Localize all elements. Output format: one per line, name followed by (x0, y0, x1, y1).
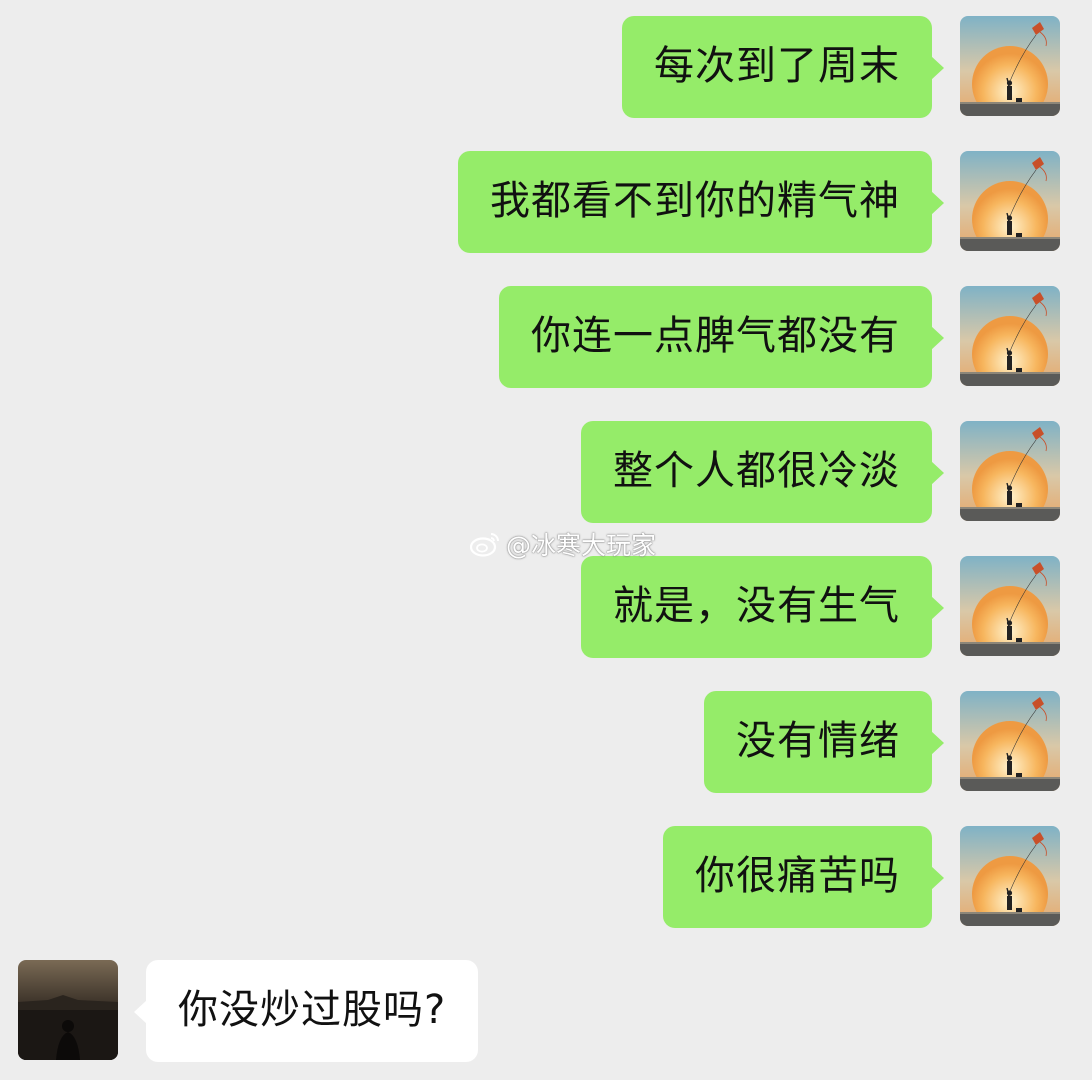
watermark-text: @冰寒大玩家 (506, 531, 657, 560)
message-bubble[interactable]: 没有情绪 (704, 691, 944, 793)
outgoing-message[interactable]: 你连一点脾气都没有 (499, 286, 1060, 388)
outgoing-message[interactable]: 每次到了周末 (622, 16, 1060, 118)
message-bubble[interactable]: 整个人都很冷淡 (581, 421, 944, 523)
kite-sunset-avatar-icon (960, 16, 1060, 116)
outgoing-message[interactable]: 我都看不到你的精气神 (458, 151, 1060, 253)
kite-sunset-avatar-icon (960, 421, 1060, 521)
incoming-message[interactable]: 你没炒过股吗? (18, 960, 479, 1062)
message-bubble[interactable]: 你连一点脾气都没有 (499, 286, 944, 388)
watermark: @冰寒大玩家 (470, 526, 656, 562)
outgoing-message[interactable]: 没有情绪 (704, 691, 1060, 793)
avatar[interactable] (960, 151, 1060, 251)
message-bubble[interactable]: 我都看不到你的精气神 (458, 151, 944, 253)
avatar[interactable] (960, 16, 1060, 116)
kite-sunset-avatar-icon (960, 556, 1060, 656)
avatar[interactable] (960, 286, 1060, 386)
message-bubble[interactable]: 你没炒过股吗? (133, 960, 479, 1062)
kite-sunset-avatar-icon (960, 286, 1060, 386)
outgoing-message[interactable]: 你很痛苦吗 (663, 826, 1060, 928)
weibo-logo-icon (470, 533, 499, 557)
person-silhouette-avatar-icon (18, 960, 118, 1060)
avatar[interactable] (18, 960, 118, 1060)
message-bubble[interactable]: 每次到了周末 (622, 16, 944, 118)
outgoing-message[interactable]: 整个人都很冷淡 (581, 421, 1060, 523)
avatar[interactable] (960, 691, 1060, 791)
kite-sunset-avatar-icon (960, 691, 1060, 791)
avatar[interactable] (960, 556, 1060, 656)
avatar[interactable] (960, 421, 1060, 521)
kite-sunset-avatar-icon (960, 151, 1060, 251)
message-bubble[interactable]: 就是，没有生气 (581, 556, 944, 658)
kite-sunset-avatar-icon (960, 826, 1060, 926)
message-bubble[interactable]: 你很痛苦吗 (663, 826, 944, 928)
avatar[interactable] (960, 826, 1060, 926)
outgoing-message[interactable]: 就是，没有生气 (581, 556, 1060, 658)
